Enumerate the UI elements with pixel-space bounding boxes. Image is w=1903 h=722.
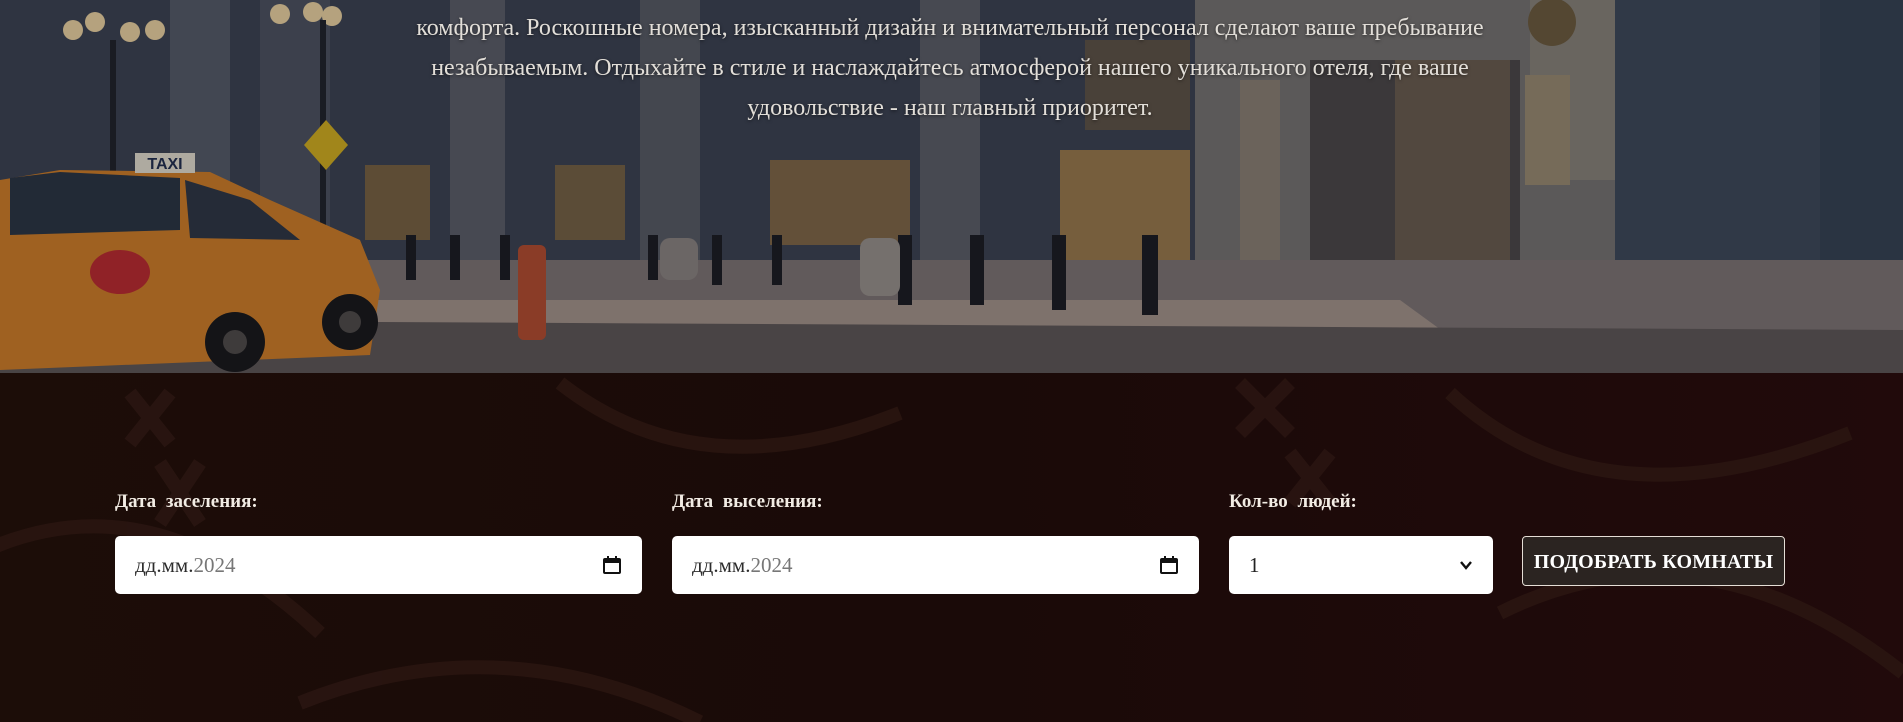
- checkin-date-input[interactable]: дд.мм. 2024: [115, 536, 642, 594]
- booking-section: Дата заселения: дд.мм. 2024 Дата выселени…: [0, 373, 1903, 722]
- checkin-date-year: 2024: [193, 552, 236, 577]
- guests-label: Кол-во людей:: [1229, 491, 1357, 512]
- calendar-icon[interactable]: [602, 555, 622, 575]
- checkin-field: Дата заселения: дд.мм. 2024: [115, 491, 642, 594]
- hero-description-line: незабываемым. Отдыхайте в стиле и наслаж…: [431, 55, 1469, 81]
- checkout-label: Дата выселения:: [672, 491, 823, 512]
- chevron-down-icon: [1460, 561, 1472, 570]
- checkout-field: Дата выселения: дд.мм. 2024: [672, 491, 1199, 594]
- checkout-date-mask: дд.мм.: [692, 552, 751, 577]
- checkin-date-mask: дд.мм.: [135, 552, 194, 577]
- hero-section: TAXI комфорта. Роскошные номера, изыскан…: [0, 0, 1903, 373]
- hero-description-line: комфорта. Роскошные номера, изысканный д…: [416, 15, 1484, 41]
- calendar-icon[interactable]: [1159, 555, 1179, 575]
- guests-select-value: 1: [1249, 552, 1260, 577]
- guests-field: Кол-во людей: 1: [1229, 491, 1493, 594]
- find-rooms-button[interactable]: ПОДОБРАТЬ КОМНАТЫ: [1522, 536, 1785, 586]
- hero-description-line: удовольствие - наш главный приоритет.: [747, 95, 1153, 121]
- checkout-date-year: 2024: [750, 552, 793, 577]
- guests-select[interactable]: 1: [1229, 536, 1493, 594]
- checkin-label: Дата заселения:: [115, 491, 258, 512]
- checkout-date-input[interactable]: дд.мм. 2024: [672, 536, 1199, 594]
- hero-description: комфорта. Роскошные номера, изысканный д…: [330, 8, 1570, 128]
